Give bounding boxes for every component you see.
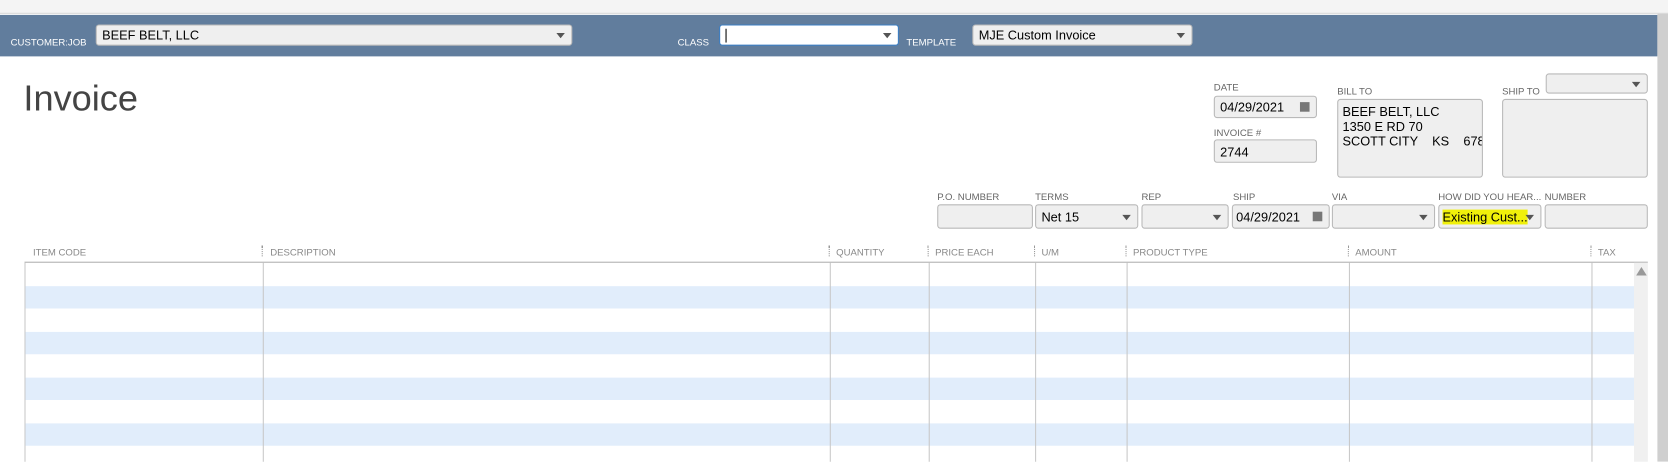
ship-to-label: SHIP TO (1502, 86, 1540, 97)
column-resize-handle[interactable] (261, 245, 263, 257)
column-divider (1591, 262, 1593, 462)
po-number-input[interactable] (937, 204, 1033, 229)
bill-to-line: SCOTT CITY KS 67871 (1342, 134, 1482, 149)
column-divider (1348, 262, 1350, 462)
rep-label: REP (1141, 191, 1162, 203)
ship-to-dropdown[interactable] (1545, 73, 1648, 94)
column-header-quantity[interactable]: QUANTITY (836, 247, 884, 258)
column-resize-handle[interactable] (1347, 245, 1349, 257)
terms-label: TERMS (1035, 191, 1069, 203)
column-resize-handle[interactable] (1034, 245, 1036, 257)
column-resize-handle[interactable] (1125, 245, 1127, 257)
column-header-price-each[interactable]: PRICE EACH (935, 247, 994, 258)
ship-date-input[interactable]: 04/29/2021 (1231, 204, 1330, 229)
invoice-number-label: INVOICE # (1213, 127, 1262, 139)
customer-job-value: BEEF BELT, LLC (102, 27, 200, 43)
chevron-down-icon (1525, 214, 1534, 220)
column-resize-handle[interactable] (927, 245, 929, 257)
class-dropdown[interactable] (719, 24, 899, 46)
column-resize-handle[interactable] (828, 245, 830, 257)
bill-to-label: BILL TO (1337, 86, 1373, 97)
column-header-description[interactable]: DESCRIPTION (270, 247, 335, 258)
invoice-number-input[interactable]: 2744 (1213, 139, 1317, 163)
bill-to-address[interactable]: BEEF BELT, LLC 1350 E RD 70 SCOTT CITY K… (1337, 98, 1483, 178)
invoice-number-value: 2744 (1220, 144, 1249, 160)
ship-date-value: 04/29/2021 (1236, 209, 1301, 225)
template-value: MJE Custom Invoice (978, 27, 1096, 43)
column-resize-handle[interactable] (1590, 245, 1592, 257)
column-divider (262, 262, 264, 462)
page-title: Invoice (23, 78, 139, 120)
rep-dropdown[interactable] (1141, 204, 1229, 229)
number-label: NUMBER (1544, 191, 1587, 203)
date-label: DATE (1213, 81, 1239, 93)
column-divider (1126, 262, 1128, 462)
column-header-tax[interactable]: TAX (1598, 247, 1616, 258)
template-label: TEMPLATE (906, 37, 957, 48)
column-header-amount[interactable]: AMOUNT (1355, 247, 1396, 258)
terms-value: Net 15 (1041, 209, 1080, 225)
column-header-item-code[interactable]: ITEM CODE (33, 247, 86, 258)
via-dropdown[interactable] (1331, 204, 1436, 229)
how-heard-label: HOW DID YOU HEAR... (1438, 191, 1542, 203)
number-input[interactable] (1544, 204, 1648, 229)
calendar-icon[interactable] (1299, 101, 1310, 112)
how-heard-dropdown[interactable]: Existing Cust... (1438, 204, 1542, 229)
date-value: 04/29/2021 (1220, 99, 1285, 115)
column-header-um[interactable]: U/M (1041, 247, 1059, 258)
column-divider (1035, 262, 1037, 462)
customer-job-label: CUSTOMER:JOB (10, 37, 87, 48)
chevron-down-icon (1122, 214, 1131, 220)
customer-job-dropdown[interactable]: BEEF BELT, LLC (95, 24, 573, 46)
ship-to-address[interactable] (1502, 98, 1648, 178)
column-divider (928, 262, 930, 462)
chevron-down-icon (1631, 81, 1641, 87)
class-label: CLASS (677, 37, 710, 48)
template-dropdown[interactable]: MJE Custom Invoice (972, 24, 1193, 46)
chevron-down-icon (556, 32, 565, 39)
line-items-table (24, 261, 1648, 462)
date-input[interactable]: 04/29/2021 (1213, 95, 1317, 119)
top-strip (0, 0, 1668, 14)
window-scrollbar[interactable] (1657, 13, 1668, 462)
chevron-down-icon (1419, 214, 1428, 220)
po-number-label: P.O. NUMBER (937, 191, 1000, 203)
bill-to-line: 1350 E RD 70 (1342, 119, 1423, 135)
via-label: VIA (1331, 191, 1348, 203)
chevron-down-icon (1212, 214, 1222, 220)
column-divider (829, 262, 831, 462)
how-heard-value: Existing Cust... (1442, 209, 1528, 225)
column-header-product-type[interactable]: PRODUCT TYPE (1133, 247, 1208, 258)
scroll-up-icon[interactable] (1636, 267, 1647, 276)
terms-dropdown[interactable]: Net 15 (1035, 204, 1139, 229)
chevron-down-icon (1176, 32, 1186, 39)
bill-to-line: BEEF BELT, LLC (1342, 104, 1440, 120)
chevron-down-icon (882, 32, 892, 39)
ship-date-label: SHIP (1232, 191, 1256, 203)
calendar-icon[interactable] (1312, 211, 1323, 221)
table-scrollbar[interactable] (1633, 262, 1648, 462)
text-cursor (725, 29, 727, 43)
